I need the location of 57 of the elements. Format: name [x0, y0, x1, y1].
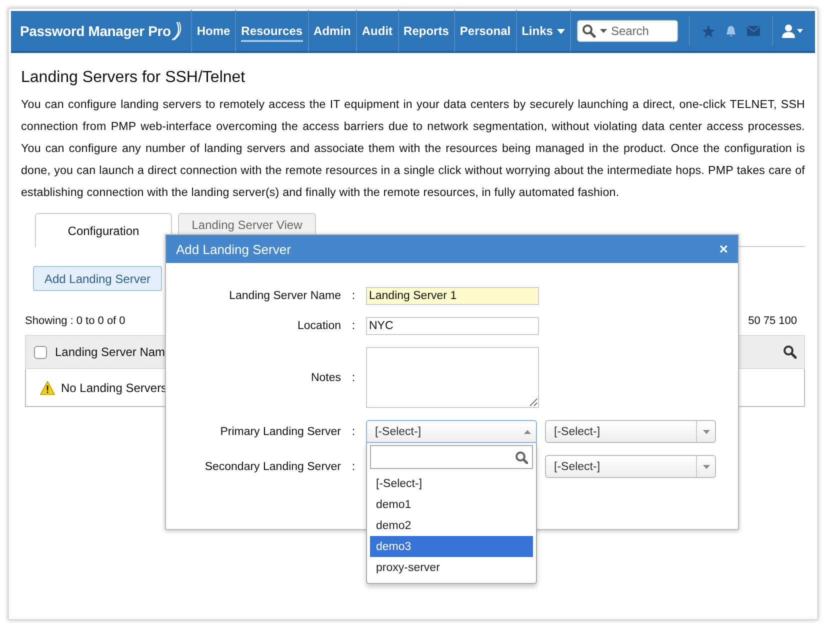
dropdown-option[interactable]: demo3 [370, 536, 533, 557]
user-icon [782, 24, 795, 38]
add-button[interactable]: Add Landing Server [33, 266, 162, 291]
page-size-link[interactable]: 50 [748, 315, 760, 327]
star-icon[interactable] [702, 24, 715, 38]
search-box[interactable]: Search [576, 20, 678, 42]
nav-item[interactable]: Resources [236, 10, 309, 52]
empty-message: No Landing Servers [61, 380, 168, 394]
dropdown-option[interactable]: demo2 [370, 515, 533, 536]
field-label: Location [296, 320, 341, 332]
input-field[interactable]: NYC [366, 317, 539, 335]
tab[interactable]: Configuration [35, 213, 172, 247]
caret-icon [796, 29, 803, 33]
search-icon[interactable] [783, 344, 798, 360]
nav-item[interactable]: Reports [398, 10, 455, 52]
caret-icon [524, 430, 530, 434]
dropdown-option[interactable]: [-Select-] [370, 473, 533, 494]
dropdown-option[interactable]: demo1 [370, 494, 533, 515]
caret-icon [702, 464, 710, 468]
colon: : [350, 460, 356, 472]
select-field[interactable]: [-Select-] [545, 455, 716, 478]
swoosh-icon [170, 20, 183, 42]
mail-icon[interactable] [746, 26, 760, 36]
user-menu[interactable] [782, 24, 803, 38]
record-count: Showing : 0 to 0 of 0 [25, 315, 126, 327]
nav-item[interactable]: Links [516, 10, 571, 52]
dropdown-option[interactable]: proxy-server [370, 557, 533, 578]
description: You can configure landing servers to remotely access the IT equipment in your data centers by securely launching a direct, one-click TELNET, SSH connection from PMP web-interface overcoming the access barriers due to network segmentation, without violating data center access processes. You can configure any number of landing servers and associate them with the resources being managed in the product. Once the configuration is done, you can launch a direct connection with the remote resources in a single click without worrying about the intermediate hops. PMP takes care of establishing connection with the landing server(s) and finally with the remote resources, in fully automated fashion. [21, 97, 805, 201]
select-field[interactable]: [-Select-] [545, 420, 716, 443]
page-size-link[interactable]: 75 [763, 315, 776, 327]
colon: : [350, 290, 356, 302]
caret-icon [702, 430, 710, 434]
nav-item[interactable]: Audit [356, 10, 399, 52]
nav-item[interactable]: Personal [454, 10, 517, 52]
page-title: Landing Servers for SSH/Telnet [21, 69, 246, 87]
nav-item[interactable]: Home [192, 10, 236, 52]
page-size-link[interactable]: 100 [778, 315, 797, 327]
nav-item[interactable]: Admin [308, 10, 357, 52]
column-header[interactable]: Landing Server Nam [55, 345, 166, 359]
logo[interactable]: Password Manager Pro [11, 10, 192, 52]
field-label: Primary Landing Server [219, 426, 341, 438]
warning-icon [40, 380, 55, 394]
field-label: Landing Server Name [228, 290, 341, 302]
colon: : [350, 426, 356, 438]
caret-icon[interactable] [600, 29, 607, 33]
search-icon [582, 24, 596, 38]
field-label: Secondary Landing Server [204, 460, 341, 472]
close-button[interactable]: × [719, 240, 728, 258]
colon: : [350, 320, 356, 332]
field-label: Notes [310, 372, 341, 384]
dropdown-search-field[interactable] [370, 445, 533, 469]
notes-field[interactable] [366, 347, 539, 408]
bell-icon[interactable] [724, 24, 737, 38]
search-icon [515, 450, 528, 464]
checkbox[interactable] [34, 346, 47, 358]
input-field[interactable]: Landing Server 1 [366, 287, 539, 305]
colon: : [350, 372, 356, 384]
